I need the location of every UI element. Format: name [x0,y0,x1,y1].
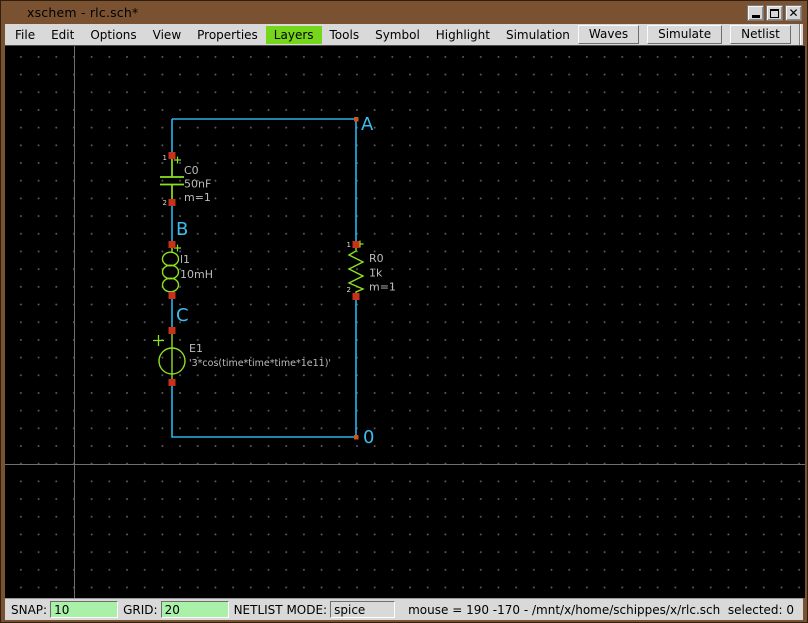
menu-simulation[interactable]: Simulation [498,26,578,44]
netlist-mode-input[interactable] [330,601,395,618]
menu-highlight[interactable]: Highlight [428,26,498,44]
voltage-source-e1[interactable]: E1 '3*cos(time*time*time*1e11)' [153,327,331,386]
maximize-button[interactable] [766,5,783,21]
capacitor-pin2-number: 2 [163,199,167,207]
inductor-coil-2 [163,265,179,279]
capacitor-mult: m=1 [184,191,211,204]
grid-input[interactable] [161,601,229,618]
statusbar: SNAP: GRID: NETLIST MODE: mouse = 190 -1… [5,598,803,620]
net-label-c[interactable]: C [176,305,189,326]
source-ref: E1 [189,342,203,355]
rlc-schematic: 1 2 C0 50nF m=1 l1 10mH [5,46,805,598]
menu-symbol[interactable]: Symbol [367,26,428,44]
snap-label: SNAP: [11,603,47,617]
capacitor-value: 50nF [184,178,211,191]
titlebar[interactable]: xschem - rlc.sch* ✕ [5,1,803,24]
inductor-value: 10mH [180,268,213,281]
mouse-status-text: mouse = 190 -170 - /mnt/x/home/schippes/… [408,603,794,617]
capacitor-c0[interactable]: 1 2 C0 50nF m=1 [160,152,211,207]
net-label-a[interactable]: A [361,114,374,135]
grid-label: GRID: [123,603,157,617]
netlist-mode-label: NETLIST MODE: [234,603,328,617]
menu-file[interactable]: File [7,26,43,44]
minimize-button[interactable] [747,5,764,21]
inductor-pin-2 [169,292,176,299]
capacitor-pin-1 [169,152,176,159]
menubar: File Edit Options View Properties Layers… [5,24,803,46]
resistor-pin1-number: 1 [347,241,351,249]
window-title: xschem - rlc.sch* [27,5,138,20]
xschem-window: xschem - rlc.sch* ✕ File Edit Options Vi… [0,0,808,623]
window-controls: ✕ [747,5,802,21]
resistor-pin-2 [353,293,360,300]
menu-edit[interactable]: Edit [43,26,82,44]
close-icon: ✕ [788,6,798,20]
resistor-symbol [349,248,363,293]
resistor-value: 1k [369,267,383,280]
menu-options[interactable]: Options [82,26,144,44]
inductor-l1[interactable]: l1 10mH [163,241,213,299]
capacitor-pin1-number: 1 [163,154,167,162]
capacitor-ref: C0 [184,164,199,177]
menubar-actions: Waves Simulate Netlist Help [578,24,808,45]
help-separator: Help [799,24,808,45]
schematic-canvas[interactable]: 1 2 C0 50nF m=1 l1 10mH [5,46,805,598]
net-label-b[interactable]: B [176,219,188,240]
menu-properties[interactable]: Properties [189,26,266,44]
inductor-coil-1 [163,252,179,266]
wire-end-mark-bottom [354,435,359,440]
resistor-r0[interactable]: 1 2 R0 1k m=1 [347,241,396,301]
maximize-icon [770,9,779,18]
source-value: '3*cos(time*time*time*1e11)' [189,358,331,369]
menu-view[interactable]: View [145,26,189,44]
snap-input[interactable] [50,601,118,618]
waves-button[interactable]: Waves [578,25,639,44]
resistor-mult: m=1 [369,281,396,294]
menu-layers[interactable]: Layers [266,26,322,44]
source-pin-1 [169,327,176,334]
netlist-button[interactable]: Netlist [730,25,791,44]
inductor-coil-3 [163,278,179,292]
inductor-ref: l1 [180,253,190,266]
wire-end-mark-top [354,117,359,122]
capacitor-symbol [160,159,184,199]
resistor-ref: R0 [369,252,384,265]
resistor-pin2-number: 2 [347,286,351,294]
source-pin-2 [169,379,176,386]
inductor-pin-1 [169,241,176,248]
menu-tools[interactable]: Tools [322,26,368,44]
capacitor-pin-2 [169,199,176,206]
resistor-pin-1 [353,241,360,248]
minimize-icon [752,15,760,18]
simulate-button[interactable]: Simulate [647,25,722,44]
source-plus-icon [153,335,164,346]
net-label-gnd[interactable]: 0 [363,427,374,448]
close-button[interactable]: ✕ [785,5,802,21]
